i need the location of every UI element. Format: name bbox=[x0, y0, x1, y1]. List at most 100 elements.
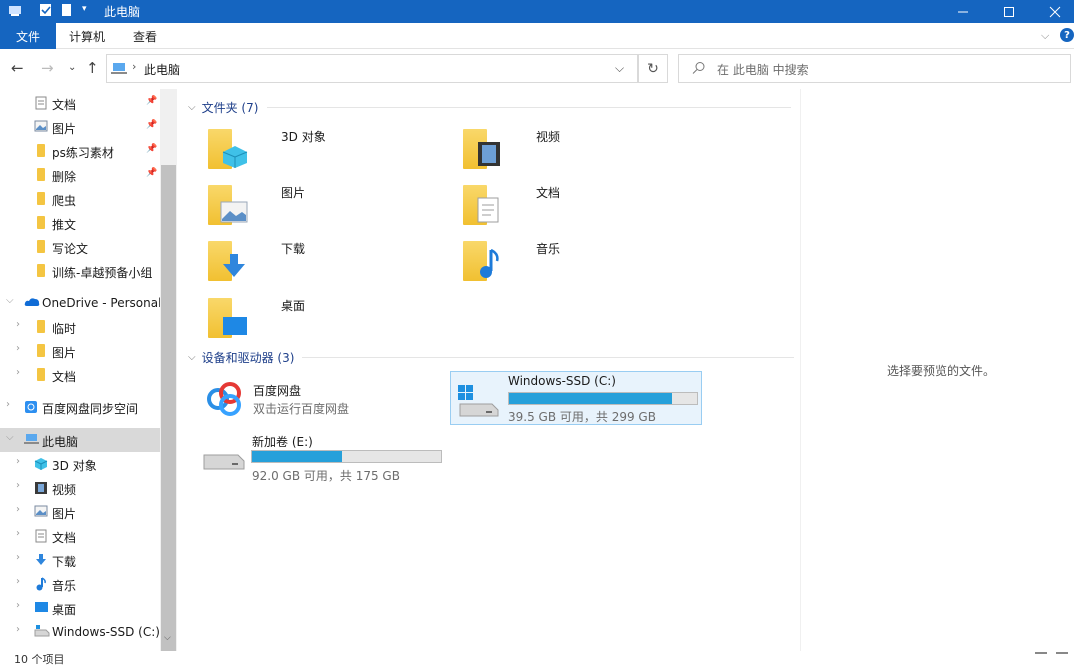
refresh-button[interactable]: ↻ bbox=[638, 54, 668, 83]
maximize-button[interactable] bbox=[986, 0, 1032, 23]
tab-computer[interactable]: 计算机 bbox=[69, 23, 105, 49]
breadcrumb-separator-icon[interactable]: › bbox=[132, 60, 136, 73]
expanded-chevron-icon[interactable]: ⌵ bbox=[6, 295, 14, 306]
sidebar-item-item-10[interactable]: › 图片 bbox=[0, 339, 160, 363]
help-icon[interactable]: ? bbox=[1060, 28, 1074, 42]
baidu-netdisk-name: 百度网盘 bbox=[253, 384, 302, 398]
folder-label: 图片 bbox=[281, 186, 306, 200]
sidebar-item-label: Windows-SSD (C:) bbox=[52, 625, 160, 639]
baidu-netdisk-icon bbox=[204, 379, 244, 422]
sidebar-item-item-11[interactable]: › 文档 bbox=[0, 363, 160, 387]
devices-group-header[interactable]: ⌵ 设备和驱动器 (3) bbox=[188, 349, 294, 366]
sidebar-item-item-9[interactable]: › 临时 bbox=[0, 315, 160, 339]
sidebar-item-item-20[interactable]: › 桌面 bbox=[0, 596, 160, 620]
sidebar-item-3d[interactable]: › 3D 对象 bbox=[0, 452, 160, 476]
navigation-bar: ← → ⌄ ↑ › 此电脑 ⌵ ↻ 在 此电脑 中搜索 bbox=[0, 49, 1074, 89]
new-folder-icon[interactable] bbox=[61, 3, 75, 18]
sidebar-item-label: 图片 bbox=[52, 507, 77, 521]
sidebar-item-item-13[interactable]: ⌵ 此电脑 bbox=[0, 428, 160, 452]
expand-chevron-icon[interactable]: › bbox=[16, 343, 20, 354]
tab-file[interactable]: 文件 bbox=[0, 23, 56, 49]
download-icon bbox=[34, 553, 48, 566]
c-drive-item[interactable]: Windows-SSD (C:) 39.5 GB 可用，共 299 GB bbox=[450, 371, 702, 425]
expand-ribbon-chevron-icon[interactable]: ⌵ bbox=[1041, 23, 1049, 49]
expand-chevron-icon[interactable]: › bbox=[16, 624, 20, 635]
expanded-chevron-icon[interactable]: ⌵ bbox=[6, 432, 14, 443]
folder-item-3d-objects[interactable]: 3D 对象 bbox=[208, 125, 448, 177]
expand-chevron-icon[interactable]: › bbox=[16, 319, 20, 330]
sidebar-item-item-4[interactable]: 爬虫 bbox=[0, 187, 160, 211]
sidebar-item-item-7[interactable]: 训练-卓越预备小组 bbox=[0, 259, 160, 283]
folders-group-header[interactable]: ⌵ 文件夹 (7) bbox=[188, 99, 258, 116]
expand-chevron-icon[interactable]: › bbox=[6, 399, 10, 410]
folder-icon bbox=[34, 264, 48, 277]
e-drive-item[interactable]: 新加卷 (E:) 92.0 GB 可用，共 175 GB bbox=[200, 431, 450, 483]
sidebar-item-item-19[interactable]: › 音乐 bbox=[0, 572, 160, 596]
sidebar-scrollbar[interactable]: ⌵ bbox=[160, 89, 177, 651]
address-dropdown-chevron-icon[interactable]: ⌵ bbox=[615, 61, 624, 76]
expand-chevron-icon[interactable]: › bbox=[16, 600, 20, 611]
sidebar-item-label: 写论文 bbox=[52, 242, 89, 256]
sidebar-item-label: 下载 bbox=[52, 555, 77, 569]
address-bar[interactable]: › 此电脑 ⌵ bbox=[106, 54, 638, 83]
details-view-icon[interactable] bbox=[1035, 652, 1047, 660]
search-input[interactable]: 在 此电脑 中搜索 bbox=[678, 54, 1071, 83]
minimize-button[interactable] bbox=[940, 0, 986, 23]
scroll-down-chevron-icon[interactable]: ⌵ bbox=[164, 633, 171, 643]
properties-icon[interactable] bbox=[39, 3, 53, 18]
baidu-netdisk-item[interactable]: 百度网盘 双击运行百度网盘 bbox=[202, 379, 422, 419]
breadcrumb[interactable]: 此电脑 bbox=[144, 61, 180, 78]
sidebar-item-item-5[interactable]: 推文 bbox=[0, 211, 160, 235]
expand-chevron-icon[interactable]: › bbox=[16, 552, 20, 563]
sidebar-item-item-0[interactable]: 文档 📌 bbox=[0, 91, 160, 115]
expand-chevron-icon[interactable]: › bbox=[16, 576, 20, 587]
download-folder-icon bbox=[208, 237, 246, 283]
folder-item-document[interactable]: 文档 bbox=[463, 181, 703, 233]
content-pane: ⌵ 文件夹 (7) 3D 对象 视频图片 文档 下载 音乐桌面 ⌵ 设备和驱动器 (3)… bbox=[180, 89, 800, 651]
customize-toolbar-chevron-icon[interactable]: ▾ bbox=[82, 4, 96, 19]
c-drive-usage-bar bbox=[508, 392, 698, 405]
sidebar-item-windows-ssd-c[interactable]: › Windows-SSD (C:) bbox=[0, 620, 160, 644]
sidebar-item-item-3[interactable]: 删除 📌 bbox=[0, 163, 160, 187]
close-button[interactable] bbox=[1032, 0, 1074, 23]
sidebar-item-item-16[interactable]: › 图片 bbox=[0, 500, 160, 524]
sidebar-item-label: 此电脑 bbox=[42, 435, 79, 449]
folder-item-desktop[interactable]: 桌面 bbox=[208, 294, 448, 346]
navigation-pane: 文档 📌 图片 📌 ps练习素材 📌 删除 📌 爬虫 推文写论文训练-卓越预备小组 ⌵ OneDriv… bbox=[0, 89, 177, 651]
document-folder-icon bbox=[463, 181, 501, 227]
sidebar-item-onedrive-personal[interactable]: ⌵ OneDrive - Personal bbox=[0, 291, 161, 315]
sidebar-item-item-15[interactable]: › 视频 bbox=[0, 476, 160, 500]
back-arrow-icon[interactable]: ← bbox=[11, 59, 24, 77]
sidebar-scroll-thumb[interactable] bbox=[161, 165, 176, 651]
sidebar-item-item-18[interactable]: › 下载 bbox=[0, 548, 160, 572]
sidebar-item-label: 视频 bbox=[52, 483, 77, 497]
up-arrow-icon[interactable]: ↑ bbox=[86, 59, 99, 77]
folder-item-music[interactable]: 音乐 bbox=[463, 237, 703, 289]
sidebar-item-item-12[interactable]: › 百度网盘同步空间 bbox=[0, 395, 160, 419]
collapse-chevron-icon[interactable]: ⌵ bbox=[188, 352, 196, 363]
3d-objects-folder-icon bbox=[208, 125, 248, 171]
expand-chevron-icon[interactable]: › bbox=[16, 367, 20, 378]
sidebar-item-label: 图片 bbox=[52, 346, 77, 360]
sidebar-item-item-1[interactable]: 图片 📌 bbox=[0, 115, 160, 139]
collapse-chevron-icon[interactable]: ⌵ bbox=[188, 102, 196, 113]
folder-label: 音乐 bbox=[536, 242, 561, 256]
e-drive-usage-fill bbox=[252, 451, 342, 462]
folder-item-pictures[interactable]: 图片 bbox=[208, 181, 448, 233]
sidebar-item-item-6[interactable]: 写论文 bbox=[0, 235, 160, 259]
sidebar-item-ps[interactable]: ps练习素材 📌 bbox=[0, 139, 160, 163]
forward-arrow-icon[interactable]: → bbox=[41, 59, 54, 77]
expand-chevron-icon[interactable]: › bbox=[16, 504, 20, 515]
expand-chevron-icon[interactable]: › bbox=[16, 480, 20, 491]
expand-chevron-icon[interactable]: › bbox=[16, 456, 20, 467]
large-icons-view-icon[interactable] bbox=[1056, 652, 1068, 660]
sidebar-item-item-17[interactable]: › 文档 bbox=[0, 524, 160, 548]
expand-chevron-icon[interactable]: › bbox=[16, 528, 20, 539]
devices-group-title: 设备和驱动器 (3) bbox=[201, 351, 295, 365]
baidu-netdisk-subtitle: 双击运行百度网盘 bbox=[253, 402, 350, 416]
recent-locations-chevron-icon[interactable]: ⌄ bbox=[68, 62, 76, 73]
folder-item-videos[interactable]: 视频 bbox=[463, 125, 703, 177]
tab-view[interactable]: 查看 bbox=[133, 23, 157, 49]
folder-item-download[interactable]: 下载 bbox=[208, 237, 448, 289]
sidebar-item-label: 训练-卓越预备小组 bbox=[52, 266, 153, 280]
